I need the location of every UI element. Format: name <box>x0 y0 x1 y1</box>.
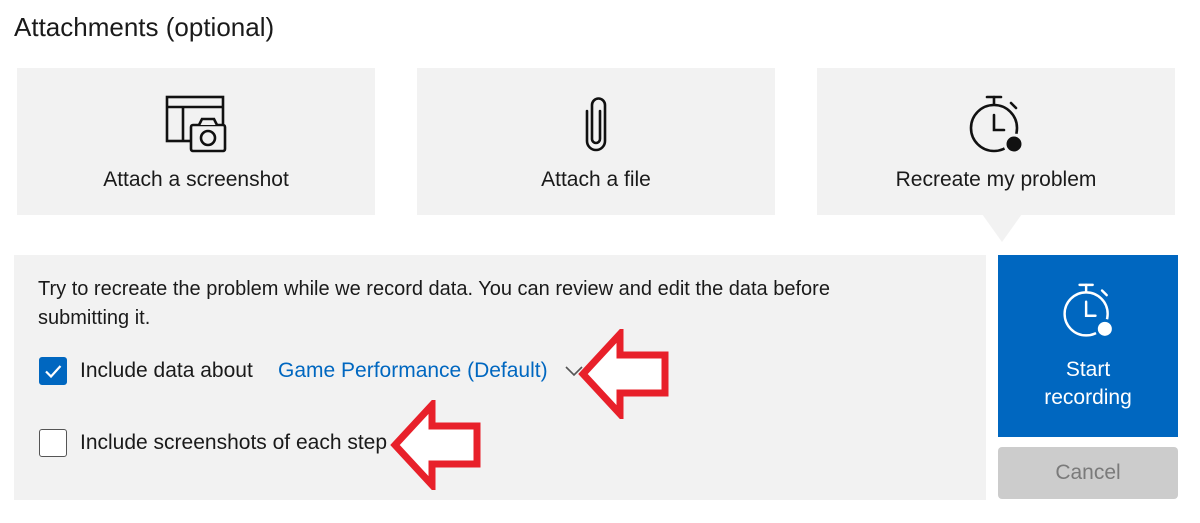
data-type-dropdown[interactable]: Game Performance (Default) <box>278 355 584 387</box>
include-data-label: Include data about <box>80 359 253 382</box>
cancel-button[interactable]: Cancel <box>998 447 1178 499</box>
paperclip-icon <box>561 92 631 156</box>
recreate-problem-label: Recreate my problem <box>895 168 1097 191</box>
panel-description: Try to recreate the problem while we rec… <box>38 278 830 329</box>
section-title: Attachments (optional) <box>14 12 275 42</box>
attach-screenshot-label: Attach a screenshot <box>103 168 289 191</box>
include-screenshots-label: Include screenshots of each step <box>80 431 388 454</box>
attach-file-label: Attach a file <box>541 168 651 191</box>
attach-screenshot-tile[interactable]: Attach a screenshot <box>17 68 375 215</box>
screenshot-camera-icon <box>161 92 231 156</box>
start-recording-button[interactable]: Start recording <box>998 255 1178 437</box>
stopwatch-record-icon <box>1063 283 1115 339</box>
selected-tile-pointer <box>982 214 1022 242</box>
annotation-arrow-icon <box>390 400 481 490</box>
include-screenshots-checkbox[interactable] <box>39 429 67 457</box>
start-recording-label: Start recording <box>1044 358 1132 409</box>
recreate-problem-tile[interactable]: Recreate my problem <box>817 68 1175 215</box>
attach-file-tile[interactable]: Attach a file <box>417 68 775 215</box>
recreate-panel: Try to recreate the problem while we rec… <box>14 255 986 500</box>
include-data-checkbox[interactable] <box>39 357 67 385</box>
data-type-dropdown-value: Game Performance (Default) <box>278 359 548 382</box>
checkmark-icon <box>45 365 62 379</box>
stopwatch-record-icon <box>961 92 1031 156</box>
annotation-arrow-icon <box>578 329 669 419</box>
